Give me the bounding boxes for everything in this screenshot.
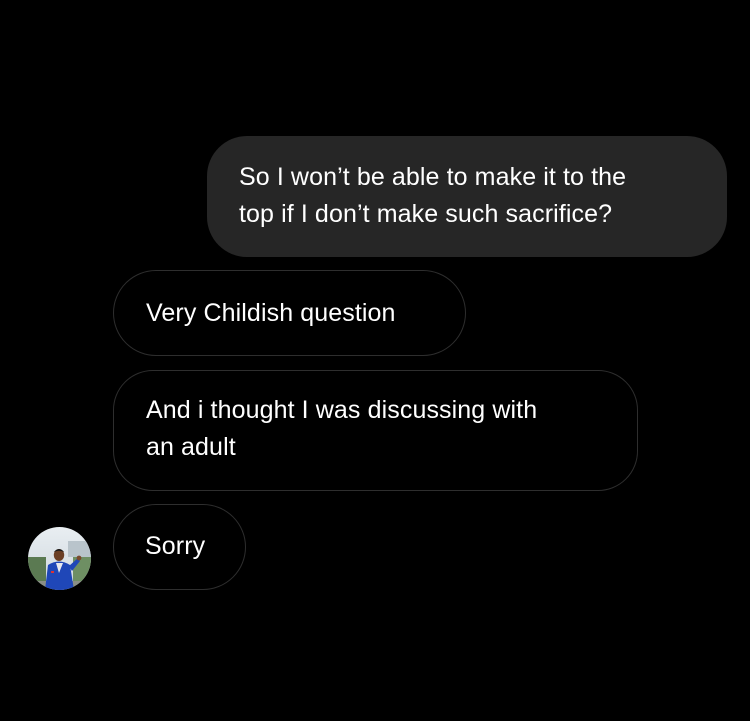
outgoing-message-bubble[interactable]: So I won’t be able to make it to the top… [207,136,727,257]
incoming-message-bubble[interactable]: Very Childish question [113,270,466,356]
avatar-photo-icon [28,527,91,590]
sender-avatar[interactable] [28,527,91,590]
incoming-message-bubble[interactable]: And i thought I was discussing with an a… [113,370,638,491]
message-thread: So I won’t be able to make it to the top… [0,0,750,721]
incoming-message-bubble[interactable]: Sorry [113,504,246,590]
